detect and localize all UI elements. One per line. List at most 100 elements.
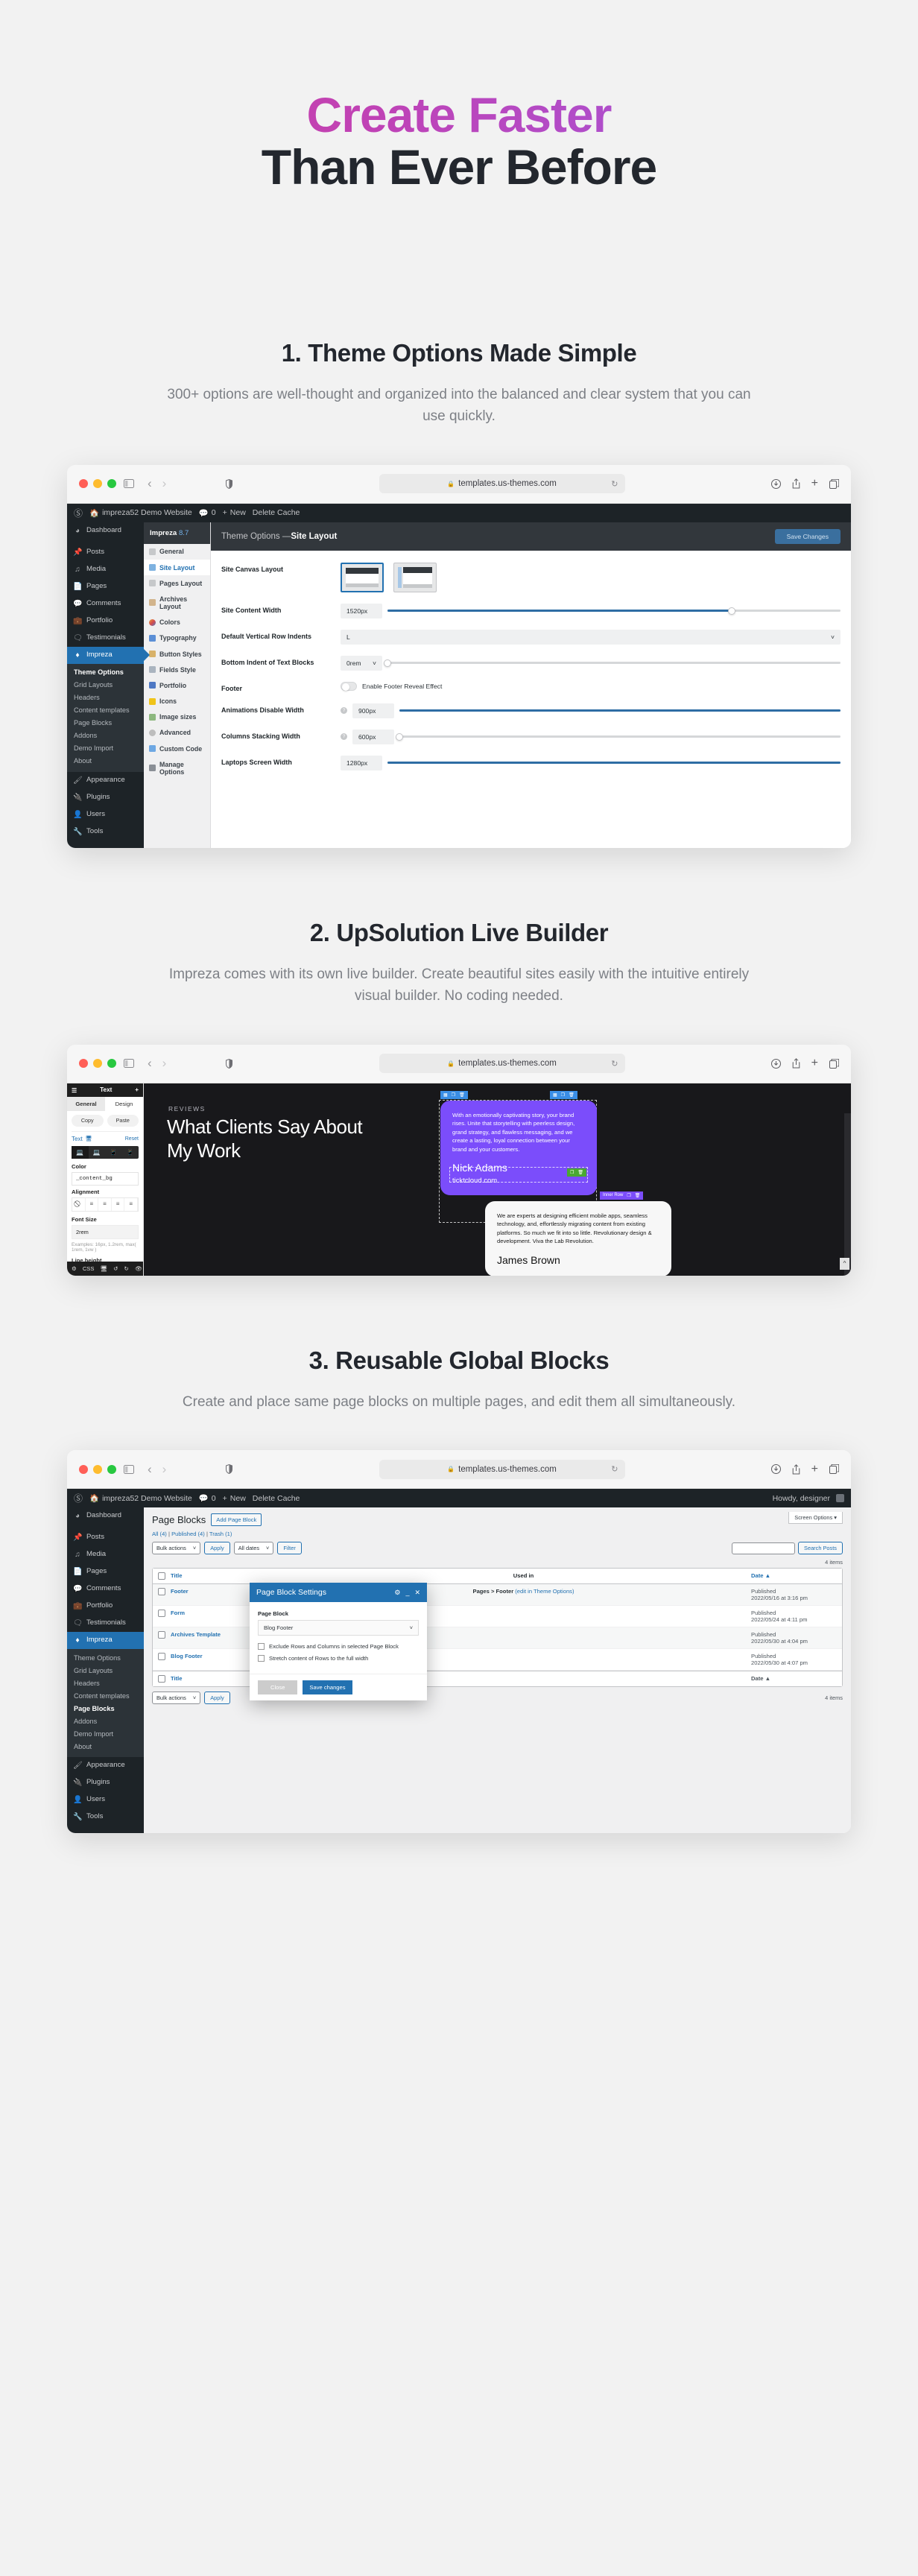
bulk-actions-select-bottom[interactable]: Bulk actions ˅ [152, 1692, 201, 1705]
used-in-edit-link[interactable]: (edit in Theme Options) [515, 1588, 574, 1595]
sidebar-item-tools[interactable]: 🔧 Tools [67, 1808, 144, 1826]
sidebar-item-users[interactable]: 👤 Users [67, 806, 144, 823]
sidebar-item-comments[interactable]: 💬 Comments [67, 595, 144, 613]
window-controls[interactable] [79, 1464, 116, 1474]
delete-cache-button[interactable]: Delete Cache [253, 1494, 300, 1503]
privacy-shield-icon[interactable] [226, 1058, 233, 1069]
privacy-shield-icon[interactable] [226, 478, 233, 489]
sidebar-item-media[interactable]: ♫ Media [67, 1546, 144, 1563]
tab-overview-icon[interactable] [829, 1464, 839, 1475]
column-header-date[interactable]: Date ▲ [751, 1572, 837, 1579]
align-right-icon[interactable]: ≡ [112, 1197, 125, 1211]
panel-icon[interactable]: ▦ [443, 1092, 448, 1098]
back-arrow-icon[interactable]: ‹ [148, 1462, 152, 1477]
reload-icon[interactable]: ↻ [611, 1059, 618, 1069]
column-header-title[interactable]: Title [171, 1572, 296, 1579]
row-toolbar-right[interactable]: ▦ ❐ 🗑 [550, 1090, 577, 1099]
search-posts-button[interactable]: Search Posts [798, 1542, 843, 1555]
eye-icon[interactable]: 👁 [135, 1265, 142, 1272]
row-checkbox[interactable] [158, 1610, 165, 1618]
bottom-indent-select[interactable]: 0rem ˅ [341, 655, 382, 671]
submenu-item-theme-options[interactable]: Theme Options [67, 1651, 144, 1664]
color-input[interactable]: _content_bg [72, 1171, 139, 1186]
forward-arrow-icon[interactable]: › [162, 1056, 167, 1071]
duplicate-icon[interactable]: ❐ [627, 1193, 630, 1198]
maximize-window-button[interactable] [107, 1059, 116, 1069]
row-toolbar-left[interactable]: ▦ ❐ 🗑 [440, 1090, 468, 1099]
redo-icon[interactable]: ↻ [124, 1265, 128, 1272]
search-input[interactable] [732, 1542, 796, 1554]
desktop-icon[interactable]: 💻 [72, 1145, 89, 1159]
sidebar-item-dashboard[interactable]: ◕ Dashboard [67, 1507, 144, 1525]
reset-button[interactable]: Reset [125, 1136, 139, 1142]
submenu-item-page-blocks[interactable]: Page Blocks [67, 717, 144, 730]
save-changes-button[interactable]: Save Changes [774, 528, 841, 544]
tab-overview-icon[interactable] [829, 1058, 839, 1069]
columns-stacking-width-slider[interactable] [396, 732, 841, 741]
close-button[interactable]: Close [258, 1680, 298, 1695]
tab-design[interactable]: Design [105, 1097, 143, 1111]
gear-icon[interactable]: ⚙ [72, 1265, 77, 1272]
canvas-option-sidebar[interactable] [393, 562, 437, 592]
to-nav-item-archives-layout[interactable]: Archives Layout [144, 591, 210, 614]
css-button[interactable]: CSS [83, 1265, 95, 1272]
help-icon[interactable]: ? [341, 707, 347, 715]
address-bar[interactable]: 🔒 templates.us-themes.com ↻ [379, 474, 625, 494]
submenu-item-about[interactable]: About [67, 1740, 144, 1753]
window-controls[interactable] [79, 1059, 116, 1069]
chevron-up-icon[interactable]: ^ [840, 1257, 849, 1270]
minimize-window-button[interactable] [93, 479, 102, 489]
comments-bubble[interactable]: 💬 0 [199, 508, 216, 518]
inner-row-toolbar[interactable]: Inner Row ❐ 🗑 [600, 1191, 644, 1200]
back-arrow-icon[interactable]: ‹ [148, 1056, 152, 1071]
forward-arrow-icon[interactable]: › [162, 476, 167, 491]
help-icon[interactable]: ? [341, 733, 347, 741]
testimonial-card-purple[interactable]: With an emotionally captivating story, y… [440, 1100, 597, 1196]
laptops-screen-width-slider[interactable] [387, 762, 841, 765]
align-justify-icon[interactable]: ≡ [124, 1197, 138, 1211]
share-icon[interactable] [792, 1058, 800, 1069]
responsive-devices-icon[interactable]: 🖥 [86, 1136, 92, 1142]
save-changes-button[interactable]: Save changes [303, 1680, 352, 1695]
submenu-item-addons[interactable]: Addons [67, 1715, 144, 1727]
submenu-item-content-templates[interactable]: Content templates [67, 704, 144, 717]
submenu-item-headers[interactable]: Headers [67, 1677, 144, 1689]
sidebar-item-pages[interactable]: 📄 Pages [67, 1563, 144, 1580]
submenu-item-page-blocks[interactable]: Page Blocks [67, 1702, 144, 1715]
row-checkbox[interactable] [158, 1588, 165, 1596]
site-content-width-slider[interactable] [387, 607, 841, 615]
sidebar-item-impreza[interactable]: ♦ Impreza [67, 646, 144, 664]
share-icon[interactable] [792, 1463, 800, 1475]
exclude-rows-checkbox-row[interactable]: Exclude Rows and Columns in selected Pag… [258, 1643, 419, 1651]
site-content-width-input[interactable]: 1520px [341, 603, 382, 618]
navigation-arrows[interactable]: ‹ › [148, 476, 166, 491]
sidebar-item-portfolio[interactable]: 💼 Portfolio [67, 1598, 144, 1615]
sidebar-item-media[interactable]: ♫ Media [67, 561, 144, 578]
submenu-item-addons[interactable]: Addons [67, 730, 144, 742]
to-nav-item-pages-layout[interactable]: Pages Layout [144, 575, 210, 591]
testimonial-card-white[interactable]: We are experts at designing efficient mo… [485, 1200, 671, 1276]
screen-options-toggle[interactable]: Screen Options ▾ [788, 1512, 843, 1525]
comments-bubble[interactable]: 💬 0 [199, 1493, 216, 1504]
element-toolbar-name[interactable]: ❐ 🗑 [566, 1168, 586, 1177]
sidebar-item-impreza[interactable]: ♦ Impreza [67, 1632, 144, 1650]
hamburger-icon[interactable]: ☰ [72, 1086, 77, 1094]
canvas-option-boxed[interactable] [341, 562, 384, 592]
close-window-button[interactable] [79, 479, 88, 489]
to-nav-item-icons[interactable]: Icons [144, 693, 210, 709]
submenu-item-content-templates[interactable]: Content templates [67, 1689, 144, 1702]
filter-all[interactable]: All (4) [152, 1531, 167, 1537]
to-nav-item-site-layout[interactable]: Site Layout [144, 559, 210, 576]
close-window-button[interactable] [79, 1059, 88, 1069]
mobile-icon[interactable]: 📱 [122, 1146, 139, 1159]
site-name-menu[interactable]: 🏠 impreza52 Demo Website [89, 508, 192, 518]
sidebar-item-posts[interactable]: 📌 Posts [67, 544, 144, 561]
sidebar-toggle-icon[interactable] [124, 1059, 134, 1069]
minimize-icon[interactable]: _ [405, 1589, 409, 1596]
column-footer-date[interactable]: Date ▲ [751, 1675, 837, 1682]
trash-icon[interactable]: 🗑 [459, 1092, 465, 1098]
to-nav-item-fields-style[interactable]: Fields Style [144, 662, 210, 677]
maximize-window-button[interactable] [107, 479, 116, 489]
trash-icon[interactable]: 🗑 [577, 1170, 583, 1175]
duplicate-icon[interactable]: ❐ [570, 1170, 574, 1175]
